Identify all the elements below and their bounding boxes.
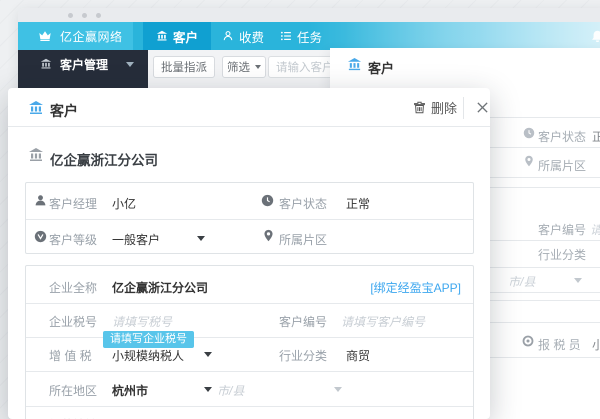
full-name-value[interactable]: 亿企赢浙江分公司 — [112, 279, 208, 296]
vat-select[interactable]: 小规模纳税人 — [112, 347, 184, 364]
close-icon — [476, 101, 488, 113]
batch-assign-label: 批量指派 — [161, 62, 207, 74]
city-select[interactable]: 市/县 — [217, 382, 244, 399]
status-value: 正常 — [346, 197, 371, 211]
divider — [26, 371, 473, 372]
summary-card: 客户经理 小亿 客户状态 正常 客户等级 一般客户 所属片区 — [25, 182, 474, 254]
screen: 亿企赢网络 客户 收费 任务 客户管理 批量指派 筛选 请输入客户 客户 客户状… — [0, 0, 600, 419]
tax-no-label: 企业税号 — [49, 315, 98, 329]
tab-customer[interactable]: 客户 — [143, 22, 212, 50]
window-dot-icon — [82, 13, 87, 18]
person-icon — [223, 31, 233, 41]
area-label: 所属片区 — [538, 159, 587, 173]
manager-value: 小亿 — [112, 197, 137, 211]
chevron-down-icon — [574, 278, 582, 283]
batch-assign-button[interactable]: 批量指派 — [153, 56, 215, 78]
building-icon — [156, 30, 168, 41]
full-name-label: 企业全称 — [49, 281, 98, 295]
tax-no-validation-tooltip: 请填写企业税号 — [103, 331, 194, 348]
tax-officer-value: 小亿 — [592, 338, 600, 352]
tax-officer-label: 报 税 员 — [538, 338, 581, 352]
industry-value: 商贸 — [346, 349, 371, 363]
level-badge-icon — [34, 230, 47, 243]
company-name: 亿企赢浙江分公司 — [50, 153, 158, 168]
window-dot-icon — [68, 13, 73, 18]
building-icon — [29, 148, 43, 161]
chevron-down-icon — [334, 387, 342, 392]
delete-button[interactable]: 删除 — [413, 96, 457, 118]
chevron-down-icon — [126, 61, 134, 67]
customer-no-input[interactable]: 请填写客户编号 — [341, 313, 425, 330]
chevron-down-icon — [255, 65, 261, 69]
top-navbar: 亿企赢网络 客户 收费 任务 — [18, 22, 600, 50]
sidebar-item-customer-management[interactable]: 客户管理 — [18, 50, 148, 78]
person-icon — [35, 195, 46, 206]
level-label: 客户等级 — [49, 233, 98, 247]
sidebar-item-label: 客户管理 — [60, 57, 109, 72]
industry-label: 行业分类 — [279, 349, 328, 363]
level-select[interactable]: 一般客户 — [112, 231, 160, 248]
divider — [26, 303, 473, 304]
navbar-fade-overlay — [308, 22, 600, 50]
chevron-down-icon — [204, 352, 212, 357]
area-label: 所属片区 — [279, 233, 328, 247]
modal-title: 客户 — [50, 103, 78, 119]
divider — [26, 337, 473, 338]
window-titlebar — [18, 8, 600, 22]
status-label: 客户状态 — [538, 130, 587, 144]
badge-icon — [522, 335, 534, 347]
list-icon — [280, 31, 291, 41]
status-value: 正常 — [592, 130, 600, 144]
tab-label: 收费 — [239, 30, 265, 45]
bell-icon[interactable] — [590, 29, 600, 44]
crown-icon — [39, 31, 51, 41]
clock-icon — [523, 127, 535, 139]
tab-label: 客户 — [173, 30, 199, 45]
close-button[interactable] — [469, 94, 490, 120]
building-icon — [347, 57, 362, 71]
filter-label: 筛选 — [227, 62, 250, 74]
delete-label: 删除 — [431, 100, 458, 116]
brand-label: 亿企赢网络 — [60, 29, 123, 44]
chevron-down-icon — [204, 387, 212, 392]
industry-label: 行业分类 — [538, 248, 587, 262]
bind-app-link[interactable]: [绑定经盈宝APP] — [370, 279, 461, 296]
tax-no-input[interactable]: 请填写税号 — [112, 313, 172, 330]
manager-label: 客户经理 — [49, 197, 98, 211]
pin-icon — [525, 155, 533, 167]
customer-detail-modal: 客户 删除 亿企赢浙江分公司 客户经理 小亿 客户状态 正常 客户等级 一般客户… — [8, 88, 490, 419]
building-icon — [40, 58, 52, 69]
customer-no-placeholder[interactable]: 请填写客户编号 — [590, 221, 600, 238]
company-form-card: 企业全称 亿企赢浙江分公司 [绑定经盈宝APP] 企业税号 请填写税号 客户编号… — [25, 265, 474, 419]
building-icon — [29, 101, 43, 114]
chevron-down-icon — [197, 236, 205, 241]
region-select[interactable]: 杭州市 — [112, 382, 148, 399]
divider — [8, 126, 490, 127]
customer-no-label: 客户编号 — [538, 223, 587, 237]
tab-tasks[interactable]: 任务 — [267, 22, 335, 50]
pin-icon — [264, 229, 273, 242]
window-dot-icon — [96, 13, 101, 18]
region-label: 所在地区 — [49, 384, 98, 398]
tab-label: 任务 — [297, 30, 323, 45]
city-select[interactable]: 市/县 — [508, 273, 535, 290]
status-label: 客户状态 — [279, 197, 328, 211]
clock-icon — [261, 194, 274, 207]
divider — [463, 97, 464, 119]
vat-label: 增 值 税 — [49, 349, 92, 363]
divider — [26, 219, 473, 220]
panel-title: 客户 — [368, 61, 395, 76]
divider — [26, 406, 473, 407]
filter-button[interactable]: 筛选 — [222, 56, 266, 78]
customer-no-label: 客户编号 — [279, 315, 328, 329]
trash-icon — [414, 101, 425, 113]
brand: 亿企赢网络 — [18, 22, 133, 50]
